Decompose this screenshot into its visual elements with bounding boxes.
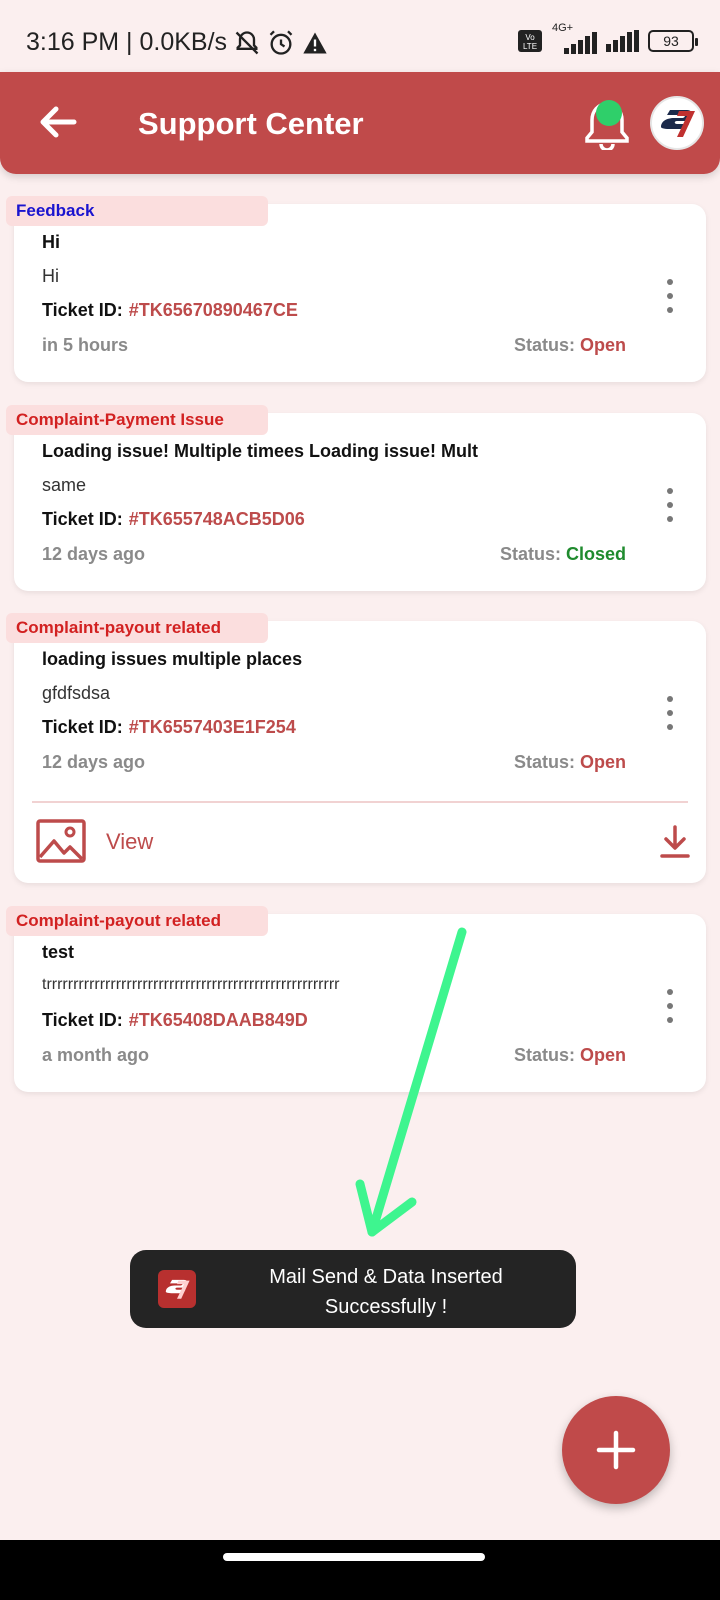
back-arrow-icon[interactable]: [36, 100, 80, 144]
app-logo-avatar[interactable]: [650, 96, 704, 150]
more-options-icon[interactable]: [660, 279, 680, 313]
app-bar: Support Center: [0, 72, 720, 174]
ticket-title: Hi: [42, 232, 60, 252]
ticket-description: gfdfsdsa: [42, 683, 111, 703]
ticket-status-row: Status: Open: [514, 1045, 626, 1066]
view-attachment-link[interactable]: View: [106, 829, 153, 855]
ticket-id: #TK65408DAAB849D: [128, 1010, 308, 1030]
ticket-id: #TK655748ACB5D06: [128, 509, 305, 529]
annotation-arrow-icon: [355, 927, 467, 1237]
ticket-category-tag: Complaint-Payment Issue: [6, 405, 268, 435]
ticket-status-row: Status: Open: [514, 752, 626, 773]
status-badge: Closed: [565, 544, 626, 564]
ticket-title: Loading issue! Multiple timees Loading i…: [42, 441, 479, 461]
ticket-id-row: Ticket ID: #TK65408DAAB849D: [42, 1010, 308, 1031]
status-bar: 3:16 PM | 0.0KB/s Vo LTE 4G+ 93: [0, 0, 720, 72]
ticket-id-label: Ticket ID:: [42, 1010, 123, 1030]
add-ticket-button[interactable]: [562, 1396, 670, 1504]
battery-level: 93: [663, 33, 679, 49]
home-indicator[interactable]: [223, 1553, 485, 1561]
ticket-id: #TK6557403E1F254: [128, 717, 296, 737]
more-options-icon[interactable]: [660, 989, 680, 1023]
system-nav-bar: [0, 1540, 720, 1600]
status-label: Status:: [499, 544, 561, 564]
svg-text:Vo: Vo: [525, 33, 535, 42]
ticket-time: a month ago: [42, 1045, 149, 1065]
ticket-status-row: Status: Closed: [500, 544, 626, 565]
more-options-icon[interactable]: [660, 696, 680, 730]
page-title: Support Center: [138, 106, 364, 141]
more-options-icon[interactable]: [660, 488, 680, 522]
svg-text:LTE: LTE: [523, 42, 537, 51]
ticket-card-2[interactable]: Loading issue! Multiple timees Loading i…: [14, 413, 706, 591]
status-badge: Open: [579, 752, 626, 772]
ticket-id-label: Ticket ID:: [42, 300, 123, 320]
attachment-row: View: [14, 803, 706, 883]
alarm-icon: [269, 30, 293, 55]
ticket-category-tag: Complaint-payout related: [6, 613, 268, 643]
status-label: Status:: [513, 335, 575, 355]
ticket-title: loading issues multiple places: [42, 649, 303, 669]
signal-icon: 4G+: [550, 22, 598, 54]
battery-icon: 93: [648, 30, 698, 52]
status-badge: Open: [579, 1045, 626, 1065]
status-bar-right: Vo LTE 4G+ 93: [518, 22, 698, 54]
image-icon[interactable]: [36, 819, 86, 863]
toast-line-2: Successfully !: [324, 1296, 448, 1318]
signal-icon-2: [606, 30, 639, 52]
toast-line-1: Mail Send & Data Inserted: [269, 1266, 503, 1288]
ticket-time: in 5 hours: [42, 335, 129, 355]
ticket-id-row: Ticket ID: #TK65670890467CE: [42, 300, 298, 321]
ticket-id-label: Ticket ID:: [42, 509, 123, 529]
ticket-category-tag: Feedback: [6, 196, 268, 226]
status-label: Status:: [513, 752, 575, 772]
app-logo-icon: [158, 1270, 196, 1308]
ticket-time: 12 days ago: [42, 752, 146, 772]
plus-icon: [596, 1430, 636, 1470]
ticket-status-row: Status: Open: [514, 335, 626, 356]
ticket-id: #TK65670890467CE: [128, 300, 298, 320]
s7-logo-icon: [661, 110, 695, 137]
ticket-title: test: [42, 942, 75, 962]
ticket-description: same: [42, 475, 87, 495]
ticket-description: trrrrrrrrrrrrrrrrrrrrrrrrrrrrrrrrrrrrrrr…: [42, 976, 340, 993]
ticket-card-1[interactable]: Hi Hi Ticket ID: #TK65670890467CE in 5 ho…: [14, 204, 706, 382]
warning-icon: [303, 32, 327, 53]
status-badge: Open: [579, 335, 626, 355]
ticket-time: 12 days ago: [42, 544, 146, 564]
toast-text: Mail Send & Data Inserted Successfully !: [226, 1262, 546, 1322]
status-bar-left: 3:16 PM | 0.0KB/s: [26, 28, 329, 57]
notification-dot: [596, 100, 622, 126]
toast-message: Mail Send & Data Inserted Successfully !: [130, 1250, 576, 1328]
download-icon[interactable]: [660, 825, 690, 859]
ticket-category-tag: Complaint-payout related: [6, 906, 268, 936]
ticket-description: Hi: [42, 266, 59, 286]
ticket-id-row: Ticket ID: #TK655748ACB5D06: [42, 509, 305, 530]
ticket-id-label: Ticket ID:: [42, 717, 123, 737]
status-label: Status:: [513, 1045, 575, 1065]
status-time-speed: 3:16 PM | 0.0KB/s: [26, 28, 228, 56]
mute-bell-icon: [235, 30, 259, 54]
volte-icon: VoLTE: [518, 30, 542, 52]
ticket-card-3[interactable]: loading issues multiple places gfdfsdsa …: [14, 621, 706, 883]
ticket-id-row: Ticket ID: #TK6557403E1F254: [42, 717, 296, 738]
